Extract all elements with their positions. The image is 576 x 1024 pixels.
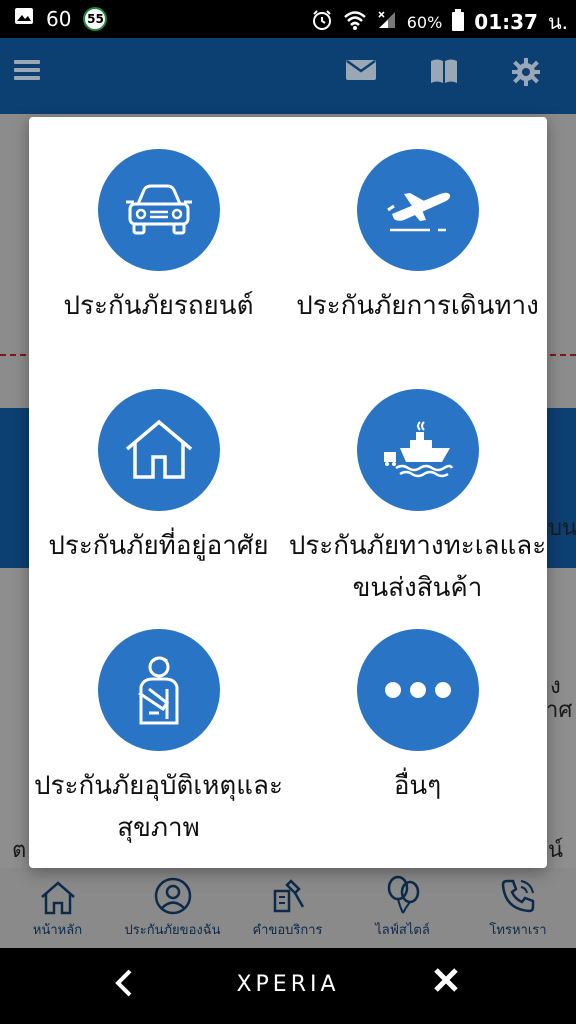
background-text: ต	[12, 838, 27, 863]
battery-icon	[452, 8, 465, 36]
option-marine-cargo-insurance[interactable]: ประกันภัยทางทะเลและขนส่งสินค้า	[288, 389, 547, 609]
insurance-type-dialog: ประกันภัยรถยนต์ ประกันภัยการเดินทาง ประก…	[29, 117, 547, 868]
car-icon	[97, 149, 220, 271]
home-icon	[40, 881, 75, 915]
option-label: ประกันภัยการเดินทาง	[296, 291, 539, 321]
alarm-icon	[311, 9, 333, 36]
option-accident-health-insurance[interactable]: ประกันภัยอุบัติเหตุและสุขภาพ	[29, 629, 288, 849]
nav-contact[interactable]: โทรหาเรา	[460, 868, 576, 948]
mail-icon[interactable]	[346, 58, 376, 86]
option-label: อื่นๆ	[393, 771, 442, 801]
nav-home-label: หน้าหลัก	[32, 923, 83, 938]
signal-icon	[377, 10, 397, 35]
option-label: ประกันภัยอุบัติเหตุและสุขภาพ	[34, 771, 283, 843]
more-dots-icon	[356, 629, 479, 751]
book-icon[interactable]	[430, 58, 458, 88]
ship-icon	[356, 389, 479, 511]
notification-number: 60	[46, 6, 72, 31]
bottom-navigation: หน้าหลัก ประกันภัยของฉัน คำขอบริการ ไลฟ์…	[0, 868, 576, 948]
background-text: าศ	[546, 698, 573, 723]
balloons-icon	[387, 875, 419, 914]
option-label: ประกันภัยทางทะเลและขนส่งสินค้า	[288, 531, 547, 603]
app-bar	[0, 38, 576, 114]
clock: 01:37	[474, 10, 538, 34]
nav-service-request-label: คำขอบริการ	[252, 923, 323, 938]
hamburger-menu-icon[interactable]	[14, 58, 40, 86]
system-nav-bar: XPERIA	[0, 948, 576, 1024]
nav-my-insurance[interactable]: ประกันภัยของฉัน	[115, 868, 230, 948]
gear-icon[interactable]	[512, 58, 540, 90]
phone-icon	[501, 879, 535, 913]
option-label: ประกันภัยที่อยู่อาศัย	[48, 531, 269, 561]
house-icon	[97, 389, 220, 511]
clock-suffix: น.	[547, 10, 568, 34]
user-circle-icon	[154, 877, 191, 915]
brand-logo-text: XPERIA	[236, 972, 340, 997]
option-label: ประกันภัยรถยนต์	[63, 291, 254, 321]
airplane-icon	[356, 149, 479, 271]
background-text: น์	[548, 838, 564, 863]
option-home-insurance[interactable]: ประกันภัยที่อยู่อาศัย	[29, 389, 288, 567]
nav-my-insurance-label: ประกันภัยของฉัน	[124, 923, 221, 938]
wifi-icon	[343, 10, 367, 35]
status-bar: 60 55 60% 01:37 น.	[0, 0, 576, 38]
injured-person-icon	[97, 629, 220, 751]
option-travel-insurance[interactable]: ประกันภัยการเดินทาง	[288, 149, 547, 327]
image-notification-icon	[14, 6, 34, 31]
nav-service-request[interactable]: คำขอบริการ	[230, 868, 345, 948]
background-text: บน	[548, 516, 576, 541]
nav-contact-label: โทรหาเรา	[489, 923, 547, 938]
nav-home[interactable]: หน้าหลัก	[0, 868, 115, 948]
option-car-insurance[interactable]: ประกันภัยรถยนต์	[29, 149, 288, 327]
service-request-icon	[273, 879, 304, 913]
option-others[interactable]: อื่นๆ	[288, 629, 547, 807]
nav-lifestyle[interactable]: ไลฟ์สไตล์	[345, 868, 460, 948]
battery-percent: 60%	[406, 12, 443, 32]
nav-lifestyle-label: ไลฟ์สไตล์	[375, 923, 430, 938]
close-app-icon[interactable]	[432, 966, 460, 1002]
notification-badge: 55	[83, 6, 108, 31]
